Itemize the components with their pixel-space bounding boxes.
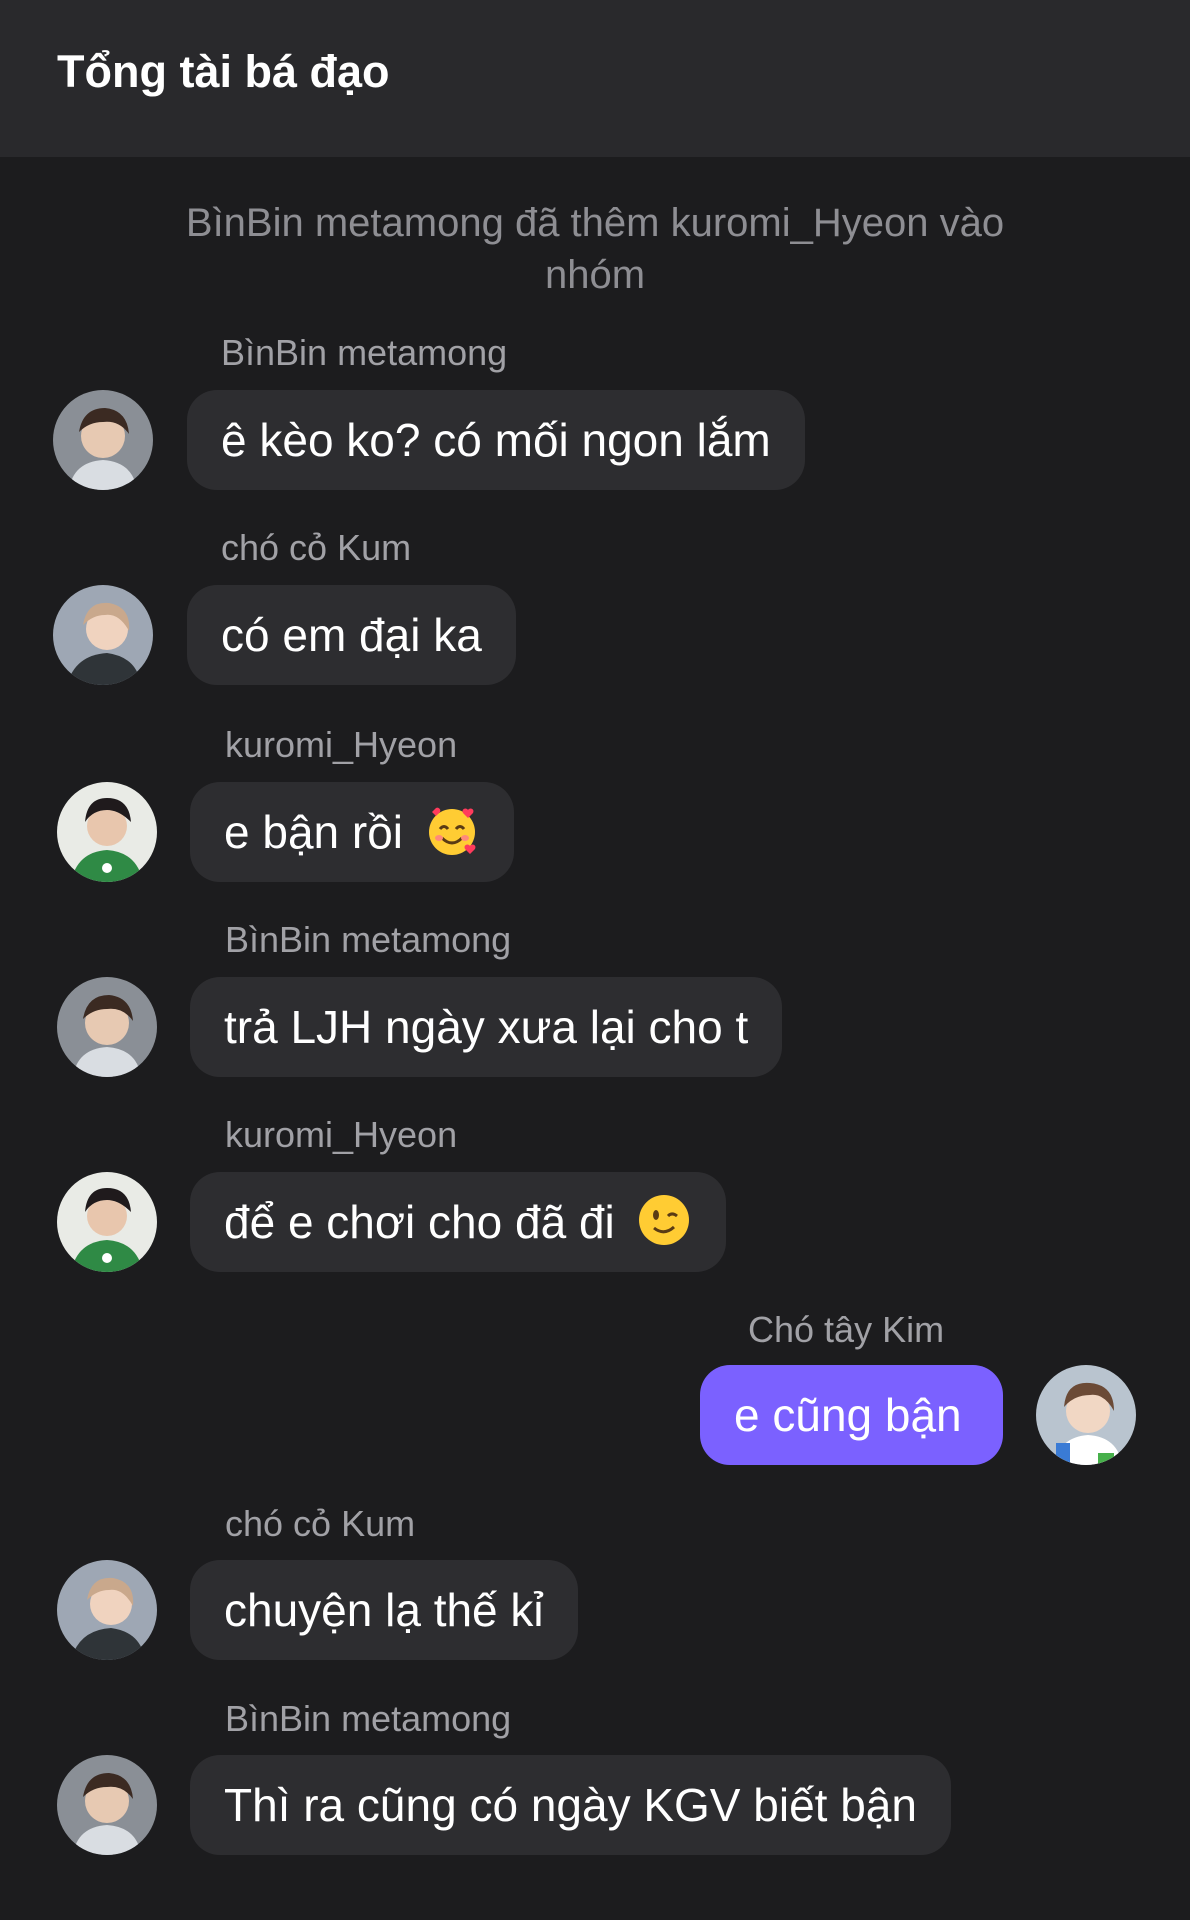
avatar[interactable] — [57, 977, 157, 1077]
sender-name: BìnBin metamong — [221, 332, 508, 373]
avatar-kum — [57, 1560, 157, 1660]
message-list[interactable]: BìnBin metamong đã thêm kuromi_Hyeon vào… — [0, 157, 1190, 1920]
avatar-kuromi — [57, 1172, 157, 1272]
sender-name: chó cỏ Kum — [225, 1503, 416, 1544]
chat-header: Tổng tài bá đạo — [0, 0, 1190, 157]
avatar[interactable] — [57, 1172, 157, 1272]
avatar-kuromi — [57, 782, 157, 882]
sender-name: kuromi_Hyeon — [225, 724, 458, 765]
avatar[interactable] — [53, 390, 153, 490]
avatar-binbin — [57, 977, 157, 1077]
avatar-kim — [1036, 1365, 1136, 1465]
sender-name: BìnBin metamong — [225, 919, 512, 960]
message-bubble[interactable]: chuyện lạ thế kỉ — [190, 1560, 578, 1660]
avatar[interactable] — [1036, 1365, 1136, 1465]
group-title[interactable]: Tổng tài bá đạo — [57, 46, 390, 98]
message-bubble[interactable]: e bận rồi — [190, 782, 514, 882]
message-bubble[interactable]: để e chơi cho đã đi — [190, 1172, 726, 1272]
sender-name: BìnBin metamong — [225, 1698, 512, 1739]
message-bubble[interactable]: ê kèo ko? có mối ngon lắm — [187, 390, 805, 490]
message-bubble[interactable]: Thì ra cũng có ngày KGV biết bận — [190, 1755, 951, 1855]
message-text: để e chơi cho đã đi — [224, 1196, 615, 1248]
avatar[interactable] — [57, 1755, 157, 1855]
sender-name: chó cỏ Kum — [221, 527, 412, 568]
avatar[interactable] — [53, 585, 153, 685]
avatar-kum — [53, 585, 153, 685]
sender-name: kuromi_Hyeon — [225, 1114, 458, 1155]
system-message: BìnBin metamong đã thêm kuromi_Hyeon vào… — [185, 201, 1005, 297]
avatar[interactable] — [57, 782, 157, 882]
avatar-binbin — [53, 390, 153, 490]
message-text: e bận rồi — [224, 806, 404, 858]
message-bubble[interactable]: có em đại ka — [187, 585, 516, 685]
sender-name: Chó tây Kim — [748, 1309, 945, 1350]
avatar[interactable] — [57, 1560, 157, 1660]
message-bubble[interactable]: trả LJH ngày xưa lại cho t — [190, 977, 783, 1077]
message-bubble[interactable]: e cũng bận — [700, 1365, 1003, 1465]
winking-face-emoji — [638, 1195, 689, 1245]
avatar-binbin — [57, 1755, 157, 1855]
smiling-face-with-hearts-emoji — [428, 807, 476, 855]
